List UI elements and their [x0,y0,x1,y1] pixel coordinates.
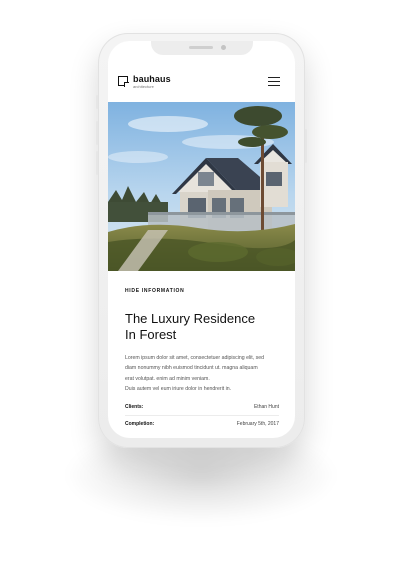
brand-subtitle: architecture [133,84,154,89]
hamburger-icon[interactable] [268,77,280,87]
project-description: Lorem ipsum dolor sit amet, consectetuer… [125,353,290,395]
hide-information-toggle[interactable]: HIDE INFORMATION [125,288,184,294]
speaker-grille [189,46,213,49]
phone-power-button [305,129,307,163]
logo-square-icon [118,76,129,87]
description-line: diam nonummy nibh euismod tincidunt ut. … [125,365,258,372]
project-title-line2: In Forest [125,327,177,342]
project-title-line1: The Luxury Residence [125,311,256,326]
detail-value: Ethan Hunt [253,404,279,410]
front-camera [221,45,226,50]
brand-name: bauhaus [133,74,171,84]
detail-label: Completion: [125,421,155,427]
description-line: erat volutpat. enim ad minim veniam. [125,375,210,382]
project-title: The Luxury Residence In Forest [125,311,290,343]
phone-volume-down-button [96,151,98,175]
mockup-stage: bauhaus architecture HIDE INFORMATION Th… [0,0,400,575]
phone-volume-up-button [96,121,98,145]
site-header: bauhaus architecture [108,69,295,95]
phone-screen: bauhaus architecture HIDE INFORMATION Th… [108,41,295,438]
description-line: Lorem ipsum dolor sit amet, consectetuer… [125,355,264,361]
detail-row-completion: Completion: February 5th, 2017 [125,421,279,433]
hero-image [108,102,295,271]
phone-frame: bauhaus architecture HIDE INFORMATION Th… [96,33,307,448]
phone-side-button [96,95,98,109]
description-line: Duis autem vel eum iriure dolor in hendr… [125,386,232,393]
phone-notch [151,41,253,55]
detail-label: Clients: [125,404,144,410]
detail-value: February 5th, 2017 [236,421,279,427]
house-in-forest-photo [108,102,295,271]
detail-divider [125,415,279,416]
